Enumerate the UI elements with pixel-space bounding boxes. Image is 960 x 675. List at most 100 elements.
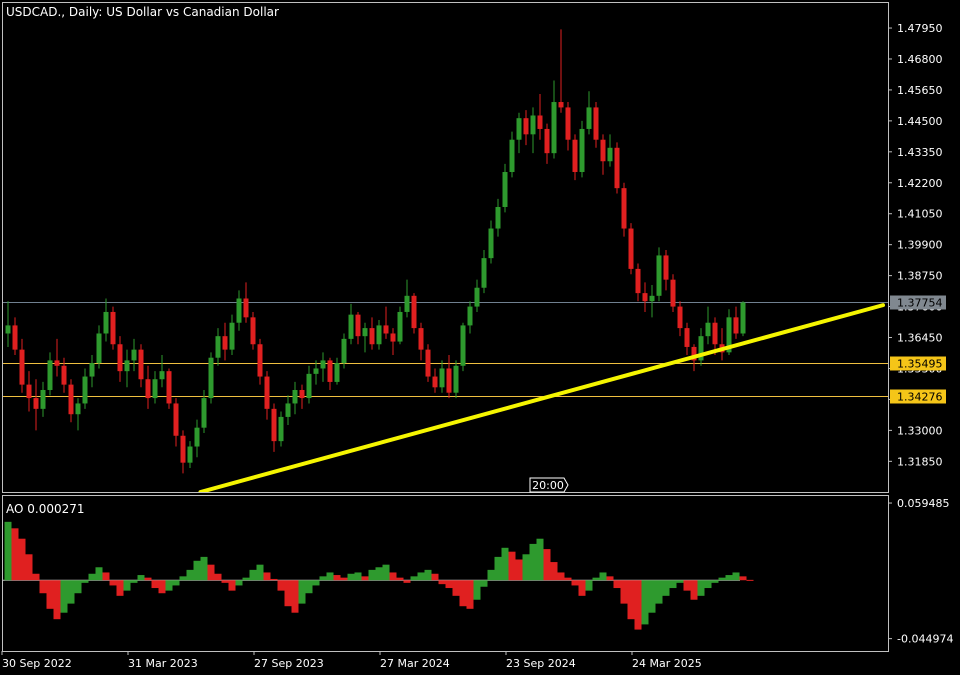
ao-bar xyxy=(298,580,306,604)
ao-bar xyxy=(445,580,453,589)
candle-body xyxy=(201,398,207,428)
ao-bar xyxy=(627,580,635,620)
candle-body xyxy=(530,115,536,135)
candle-body xyxy=(383,325,389,334)
ao-bar xyxy=(501,547,509,581)
price-line-label: 1.37754 xyxy=(897,297,943,310)
ao-bar xyxy=(39,580,47,594)
ao-bar xyxy=(165,580,173,591)
ao-tick-label: 0.059485 xyxy=(897,497,950,510)
candle-body xyxy=(390,333,396,342)
ao-bar xyxy=(179,576,187,581)
candle-body xyxy=(705,322,711,337)
candle-body xyxy=(355,314,361,337)
time-marker[interactable]: 20:00 xyxy=(529,477,569,493)
ao-bar xyxy=(382,564,390,581)
candle-body xyxy=(117,344,123,372)
candle-body xyxy=(103,311,109,334)
price-line-label: 1.34276 xyxy=(897,391,943,404)
candle-body xyxy=(54,360,60,366)
ao-bar xyxy=(417,572,425,581)
candle-body xyxy=(663,255,669,280)
ao-bar xyxy=(130,580,138,583)
ao-bar xyxy=(746,579,754,581)
candle-body xyxy=(439,368,445,388)
candle-body xyxy=(292,390,298,404)
usdcad-chart-window[interactable]: 1.47950 1.46800 1.45650 1.44500 1.43350 1.422… xyxy=(0,0,960,675)
candle-body xyxy=(166,371,172,404)
price-tick-label: 1.38750 xyxy=(897,270,943,283)
ao-bar xyxy=(592,577,600,581)
candle-body xyxy=(145,379,151,399)
ao-bar xyxy=(550,562,558,581)
candle-body xyxy=(614,147,620,189)
ao-bar xyxy=(354,572,362,581)
ao-bar xyxy=(221,580,229,583)
ao-bar xyxy=(263,572,271,581)
candle-body xyxy=(208,357,214,399)
ao-bar xyxy=(480,580,488,587)
candle-body xyxy=(565,107,571,140)
ao-bar xyxy=(648,580,656,613)
ao-bar xyxy=(123,580,131,591)
ao-bar xyxy=(340,577,348,581)
candle-body xyxy=(131,349,137,361)
ao-bar xyxy=(641,580,649,625)
candle-body xyxy=(712,322,718,345)
candle-body xyxy=(5,325,11,334)
candle-body xyxy=(257,344,263,377)
ao-bar xyxy=(25,554,33,581)
candle-body xyxy=(362,328,368,337)
ao-bar xyxy=(270,578,278,581)
ao-bar xyxy=(508,551,516,581)
candle-body xyxy=(222,336,228,350)
ao-bar xyxy=(228,580,236,591)
ao-indicator-title: AO 0.000271 xyxy=(6,502,85,516)
time-tick-label: 31 Mar 2023 xyxy=(128,657,198,670)
ao-bar xyxy=(438,580,446,585)
ao-bar xyxy=(67,580,75,604)
ao-bar xyxy=(466,580,474,609)
ao-bar xyxy=(655,580,663,604)
ao-bar xyxy=(347,573,355,581)
candle-body xyxy=(68,384,74,415)
ao-bar xyxy=(620,580,628,604)
candle-body xyxy=(278,416,284,442)
ao-bar xyxy=(46,580,54,609)
ao-bar xyxy=(571,580,579,586)
candle-body xyxy=(180,435,186,463)
candle-body xyxy=(572,139,578,173)
ao-bar xyxy=(242,577,250,581)
ao-bar xyxy=(473,580,481,600)
candle-body xyxy=(271,408,277,442)
candle-body xyxy=(467,306,473,326)
ao-bar xyxy=(60,580,68,613)
price-tick-label: 1.47950 xyxy=(897,22,943,35)
candle-body xyxy=(40,390,46,409)
ao-bar xyxy=(452,580,460,596)
price-line-label: 1.35495 xyxy=(897,358,943,371)
ao-bar xyxy=(109,580,117,586)
candle-body xyxy=(159,371,165,380)
ao-bar xyxy=(711,580,719,583)
candle-body xyxy=(243,298,249,318)
time-tick-label: 27 Sep 2023 xyxy=(254,657,324,670)
ao-bar xyxy=(522,554,530,581)
time-tick-label: 23 Sep 2024 xyxy=(506,657,576,670)
price-tick-label: 1.41050 xyxy=(897,208,943,221)
candle-body xyxy=(558,102,564,108)
ao-bar xyxy=(137,575,145,581)
price-tick-label: 1.33000 xyxy=(897,424,943,437)
ao-bar xyxy=(690,580,698,600)
ao-bar xyxy=(291,580,299,613)
time-tick-label: 27 Mar 2024 xyxy=(380,657,450,670)
ao-bar xyxy=(676,580,684,583)
ao-bar xyxy=(74,580,82,594)
ao-bar xyxy=(634,580,642,630)
candle-body xyxy=(173,403,179,436)
ao-bar xyxy=(718,577,726,581)
candle-body xyxy=(313,368,319,374)
candle-body xyxy=(250,317,256,345)
candle-body xyxy=(481,258,487,288)
candle-body xyxy=(376,325,382,345)
